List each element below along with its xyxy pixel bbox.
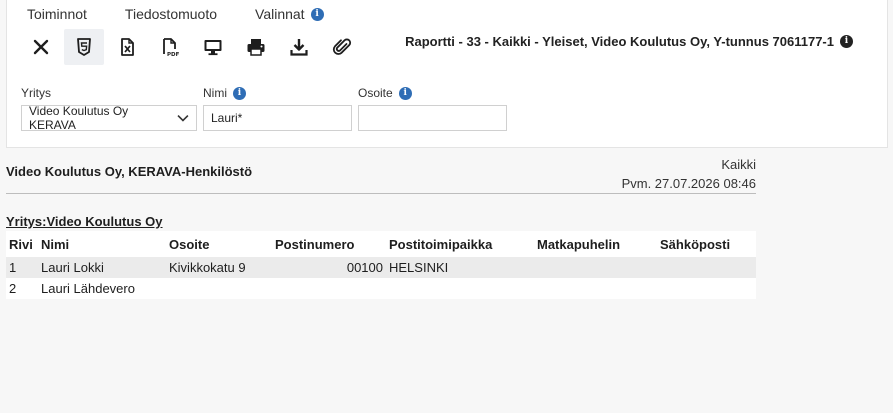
- company-select[interactable]: Video Koulutus Oy KERAVA: [21, 104, 197, 132]
- report-controls-panel: Toiminnot Tiedostomuoto Valinnati PDF R: [6, 0, 888, 148]
- report-organization: Video Koulutus Oy, KERAVA-Henkilöstö: [6, 164, 253, 179]
- column-header: Postitoimipaikka: [389, 236, 493, 252]
- excel-export-button[interactable]: [107, 29, 147, 65]
- screen-view-button[interactable]: [193, 29, 233, 65]
- table-row: 2 Lauri Lähdevero: [6, 278, 756, 299]
- close-button[interactable]: [21, 29, 61, 65]
- printer-icon: [247, 39, 265, 56]
- filter-address: Osoite i: [358, 86, 507, 131]
- close-icon: [33, 39, 49, 55]
- info-icon[interactable]: i: [398, 86, 412, 100]
- filter-label-address: Osoite i: [358, 86, 507, 100]
- cell-email: [657, 257, 756, 278]
- filter-bar: Yritys Video Koulutus Oy KERAVA Nimii Os…: [21, 86, 513, 132]
- cell-mobile: [534, 278, 657, 299]
- address-input[interactable]: [358, 105, 507, 131]
- menu-valinnat[interactable]: Valinnat i: [255, 6, 324, 22]
- filter-name: Nimi i: [203, 86, 352, 131]
- column-header: Sähköposti: [660, 236, 731, 252]
- info-icon[interactable]: i: [310, 7, 324, 21]
- column-header: Rivi: [9, 236, 33, 252]
- download-button[interactable]: [279, 29, 319, 65]
- chevron-down-icon: [177, 114, 189, 122]
- report-table: Rivi Nimi Osoite Postinumero Postitoimip…: [6, 231, 756, 299]
- report-date: Pvm. 27.07.2026 08:46: [621, 176, 756, 191]
- print-button[interactable]: [236, 29, 276, 65]
- paperclip-icon: [332, 38, 352, 55]
- cell-mobile: [534, 257, 657, 278]
- report-scope: Kaikki: [721, 157, 756, 172]
- excel-file-icon: [121, 38, 134, 56]
- pdf-export-button[interactable]: PDF: [150, 29, 190, 65]
- filter-label-name: Nimi i: [203, 86, 352, 100]
- pdf-file-icon: PDF: [163, 38, 180, 57]
- column-header: Postinumero: [275, 236, 355, 252]
- html-format-button[interactable]: [64, 29, 104, 65]
- column-header: Osoite: [169, 236, 210, 252]
- cell-row-number: 1: [9, 260, 17, 275]
- filter-label-company: Yritys: [21, 86, 51, 100]
- cell-name: Lauri Lähdevero: [41, 281, 135, 296]
- download-icon: [290, 39, 308, 56]
- cell-address: [166, 278, 272, 299]
- cell-postal-code: 00100: [346, 260, 383, 275]
- monitor-icon: [204, 40, 222, 56]
- report-meta: Kaikki Pvm. 27.07.2026 08:46: [622, 155, 756, 193]
- report-content: Video Koulutus Oy, KERAVA-Henkilöstö Kai…: [6, 152, 756, 299]
- attachment-button[interactable]: [322, 29, 362, 65]
- toolbar: PDF: [21, 29, 365, 65]
- html5-icon: [77, 38, 91, 56]
- report-title: Raportti - 33 - Kaikki - Yleiset, Video …: [405, 34, 853, 49]
- report-header: Video Koulutus Oy, KERAVA-Henkilöstö Kai…: [6, 152, 756, 194]
- cell-city: [386, 278, 534, 299]
- menu-toiminnot[interactable]: Toiminnot: [27, 6, 87, 22]
- table-header-row: Rivi Nimi Osoite Postinumero Postitoimip…: [6, 231, 756, 257]
- column-header: Matkapuhelin: [537, 236, 621, 252]
- cell-email: [657, 278, 756, 299]
- info-icon[interactable]: i: [233, 86, 246, 100]
- cell-postal-code: [272, 278, 386, 299]
- group-title: Yritys:Video Koulutus Oy: [6, 214, 163, 229]
- cell-address: Kivikkokatu 9: [169, 260, 246, 275]
- column-header: Nimi: [41, 236, 70, 252]
- cell-row-number: 2: [9, 281, 17, 296]
- menu-bar: Toiminnot Tiedostomuoto Valinnat i: [27, 6, 362, 22]
- table-row: 1 Lauri Lokki Kivikkokatu 9 00100 HELSIN…: [6, 257, 756, 278]
- filter-company: Yritys Video Koulutus Oy KERAVA: [21, 86, 197, 132]
- svg-text:PDF: PDF: [167, 52, 180, 57]
- cell-city: HELSINKI: [389, 260, 449, 275]
- name-input[interactable]: [203, 105, 352, 131]
- cell-name: Lauri Lokki: [41, 260, 104, 275]
- info-icon[interactable]: i: [840, 35, 853, 48]
- menu-tiedostomuoto[interactable]: Tiedostomuoto: [125, 6, 217, 22]
